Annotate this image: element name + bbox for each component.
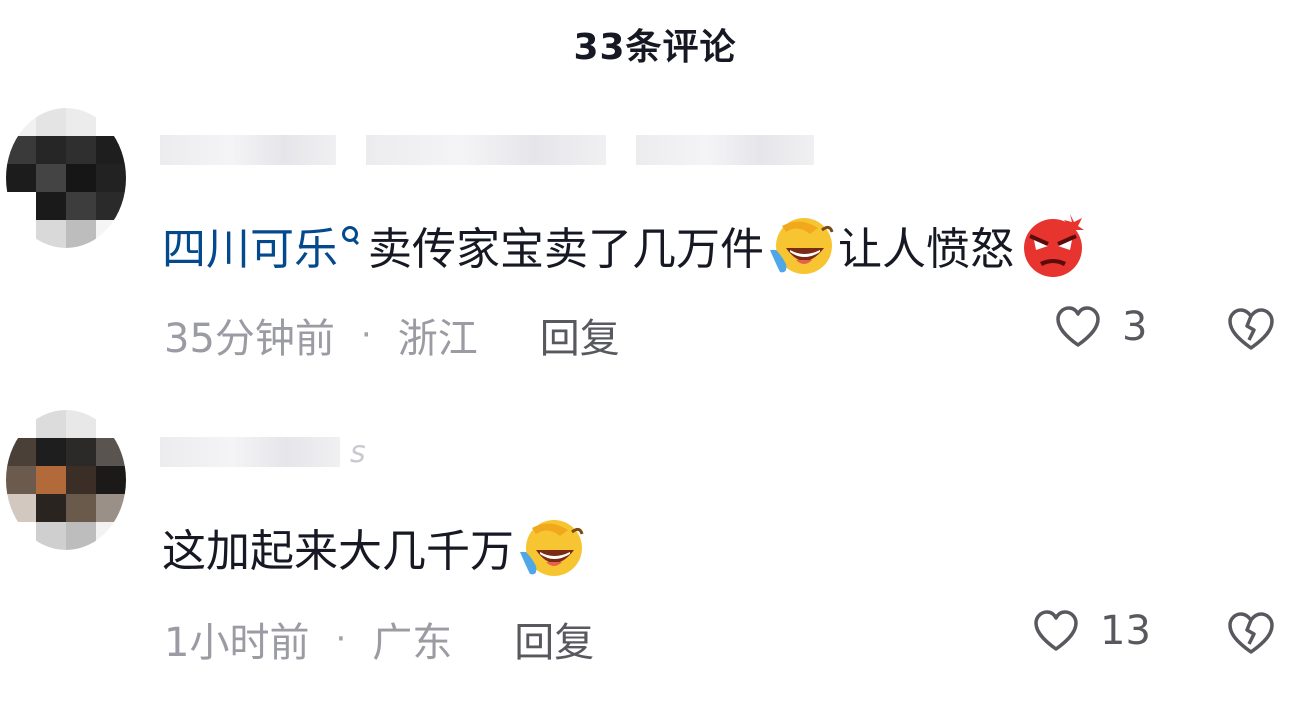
comment-text: 这加起来大几千万	[162, 526, 514, 577]
timestamp: 1小时前	[164, 620, 310, 666]
comment-text-tail: 让人愤怒	[838, 224, 1014, 275]
like-button[interactable]: 13	[1032, 608, 1151, 654]
meta-separator: ·	[360, 315, 372, 355]
laugh-cry-emoji-icon	[520, 520, 584, 576]
username-blurred[interactable]	[160, 134, 814, 166]
like-count: 13	[1100, 608, 1151, 654]
comment-count-title: 33条评论	[573, 27, 737, 68]
reply-button[interactable]: 回复	[514, 610, 594, 668]
comment-body: 四川可乐 卖传家宝卖了几万件 让人愤怒	[162, 210, 1088, 280]
heart-icon	[1034, 610, 1078, 651]
location-label: 浙江	[397, 316, 478, 362]
comment-body: 这加起来大几千万	[162, 512, 588, 582]
avatar[interactable]	[6, 108, 126, 248]
comment-meta: 35分钟前 · 浙江 回复	[164, 306, 620, 364]
laugh-cry-emoji-icon	[770, 218, 834, 274]
reply-button[interactable]: 回复	[540, 306, 620, 364]
avatar[interactable]	[6, 410, 126, 550]
angry-face-emoji-icon	[1024, 214, 1084, 277]
comment-meta: 1小时前 · 广东 回复	[164, 610, 594, 668]
broken-heart-icon[interactable]	[1226, 610, 1276, 656]
mention-link[interactable]: 四川可乐	[162, 213, 368, 277]
broken-heart-icon[interactable]	[1226, 306, 1276, 352]
meta-separator: ·	[335, 619, 347, 659]
comment-text: 卖传家宝卖了几万件	[368, 224, 764, 275]
search-icon	[340, 225, 362, 247]
like-count: 3	[1122, 304, 1148, 350]
mention-label: 四川可乐	[162, 224, 338, 275]
comments-panel: 33条评论 四川可乐 卖传家宝卖了几万件 让人愤怒 35分钟前 · 浙江 回复 …	[0, 0, 1310, 708]
location-label: 广东	[372, 620, 453, 666]
heart-icon	[1056, 306, 1100, 347]
timestamp: 35分钟前	[164, 316, 335, 362]
like-button[interactable]: 3	[1054, 304, 1147, 350]
username-blurred[interactable]: s	[160, 435, 366, 470]
